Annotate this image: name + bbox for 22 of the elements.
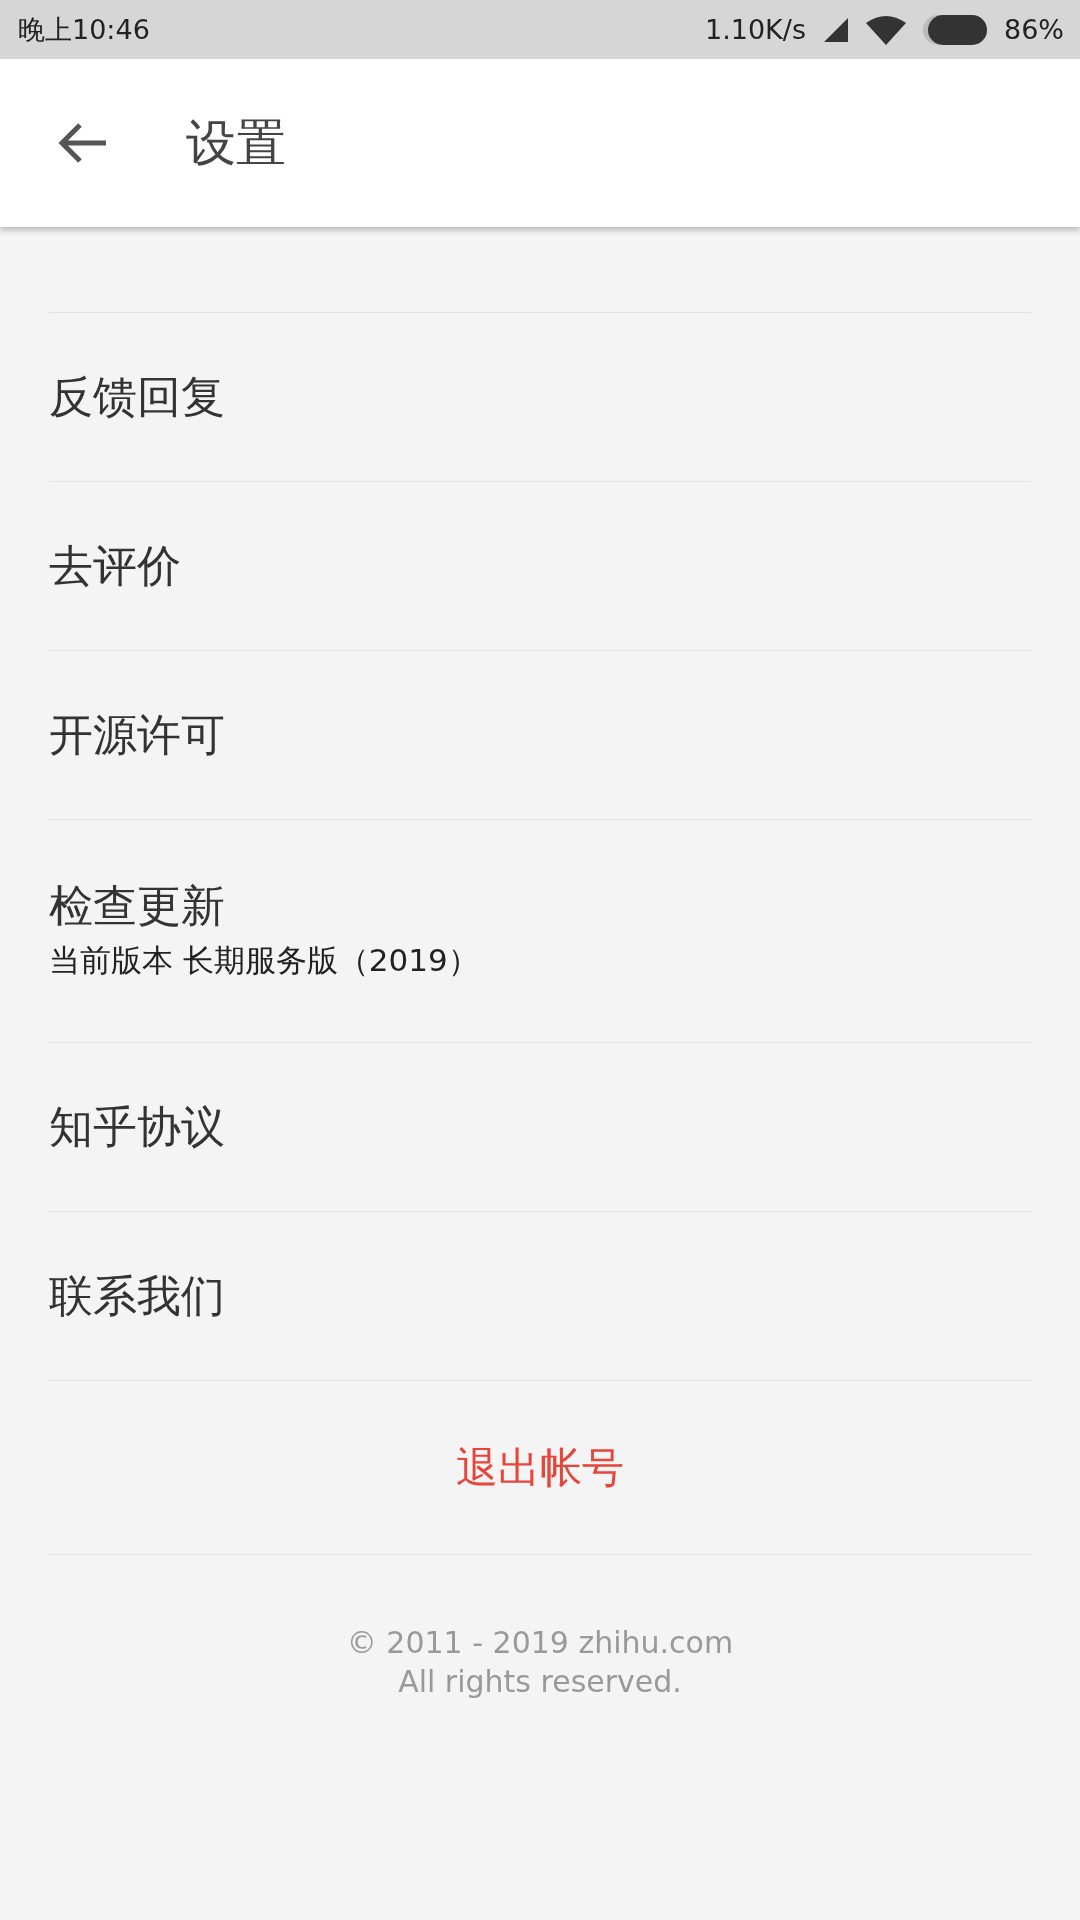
item-label: 去评价 (49, 539, 182, 593)
settings-item[interactable]: 联系我们 (49, 1212, 1031, 1381)
item-subtitle: 当前版本 长期服务版（2019） (49, 941, 480, 981)
settings-item[interactable]: 知乎协议 (49, 1043, 1031, 1212)
item-label: 知乎协议 (49, 1100, 226, 1154)
status-time: 晚上10:46 (18, 12, 150, 47)
page-title: 设置 (186, 112, 286, 174)
copyright-text: © 2011 - 2019 zhihu.com (346, 1625, 734, 1660)
settings-item[interactable]: 去评价 (49, 482, 1031, 651)
settings-item[interactable]: 反馈回复 (49, 313, 1031, 482)
network-speed: 1.10K/s (705, 14, 806, 45)
wifi-icon (866, 14, 906, 45)
settings-item[interactable]: 开源许可 (49, 651, 1031, 820)
settings-item[interactable]: 检查更新 当前版本 长期服务版（2019） (49, 820, 1031, 1043)
item-label: 开源许可 (49, 708, 226, 762)
battery-icon (922, 13, 988, 46)
logout-button[interactable]: 退出帐号 (49, 1381, 1031, 1555)
item-label: 检查更新 (49, 879, 226, 933)
battery-percent: 86% (1004, 14, 1064, 45)
item-label: 反馈回复 (49, 370, 226, 424)
copyright-text: All rights reserved. (398, 1664, 682, 1699)
item-label: 联系我们 (49, 1269, 226, 1323)
